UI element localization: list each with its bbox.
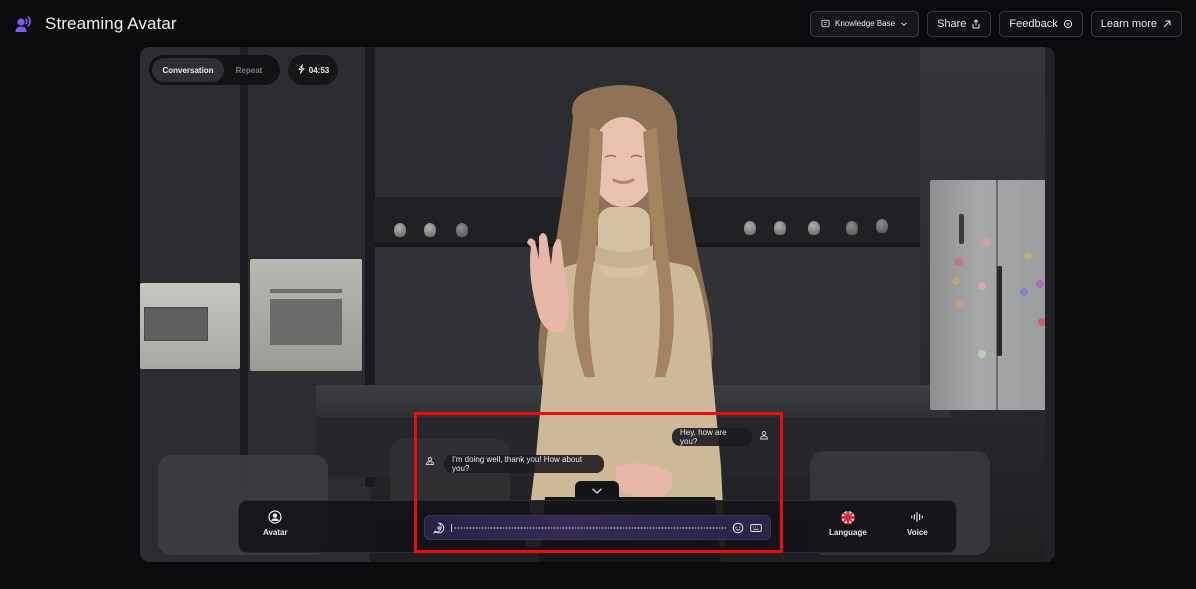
jar bbox=[424, 223, 436, 237]
fridge-magnet bbox=[952, 277, 960, 285]
knowledge-base-label: Knowledge Base bbox=[835, 19, 896, 28]
jar bbox=[876, 219, 888, 233]
book-icon bbox=[821, 19, 830, 28]
avatar-label: Avatar bbox=[263, 528, 288, 537]
share-button[interactable]: Share bbox=[927, 10, 992, 37]
feedback-label: Feedback bbox=[1009, 17, 1058, 30]
fridge-magnet bbox=[978, 282, 986, 290]
avatar-button[interactable]: Avatar bbox=[263, 510, 288, 537]
input-cursor bbox=[451, 523, 452, 532]
mode-toggle: Conversation Repeat bbox=[149, 55, 280, 85]
fridge-magnet bbox=[1024, 252, 1032, 260]
oven-handle bbox=[270, 289, 342, 293]
waveform-dots bbox=[454, 526, 726, 529]
chevron-down-icon bbox=[900, 20, 908, 28]
share-icon bbox=[971, 18, 981, 29]
emoji-icon[interactable] bbox=[732, 522, 744, 534]
tab-conversation[interactable]: Conversation bbox=[152, 58, 224, 82]
chevron-down-icon bbox=[591, 482, 603, 500]
waveform-icon bbox=[910, 510, 924, 524]
chat-message-user: Hey, how are you? bbox=[672, 428, 752, 446]
knowledge-base-button[interactable]: Knowledge Base bbox=[810, 10, 920, 37]
tab-repeat[interactable]: Repeat bbox=[224, 58, 274, 82]
voice-label: Voice bbox=[907, 528, 928, 537]
uk-flag-icon bbox=[841, 510, 855, 524]
collapse-chat-button[interactable] bbox=[575, 481, 619, 501]
fridge-magnet bbox=[1020, 288, 1028, 296]
fridge-handle bbox=[997, 266, 1002, 356]
jar bbox=[774, 221, 786, 235]
session-timer: 04:53 bbox=[288, 55, 338, 85]
header-actions: Knowledge Base Share Feedback Learn more bbox=[810, 10, 1182, 37]
user-circle-icon bbox=[268, 510, 282, 524]
jar bbox=[456, 223, 468, 237]
fridge-handle bbox=[959, 214, 964, 244]
app-title: Streaming Avatar bbox=[45, 13, 177, 33]
lightning-icon bbox=[297, 64, 306, 76]
learn-more-button[interactable]: Learn more bbox=[1090, 10, 1182, 37]
feedback-button[interactable]: Feedback bbox=[999, 10, 1083, 37]
language-button[interactable]: Language bbox=[829, 510, 867, 537]
oven-window bbox=[270, 299, 342, 345]
fridge-magnet bbox=[1036, 280, 1044, 288]
language-label: Language bbox=[829, 528, 867, 537]
microwave bbox=[140, 283, 240, 369]
brand: Streaming Avatar bbox=[14, 13, 177, 35]
sofa-back bbox=[390, 439, 510, 509]
fridge-magnet bbox=[956, 300, 964, 308]
cabinet-seam bbox=[240, 47, 248, 487]
audio-waveform bbox=[451, 523, 726, 532]
avatar-figure bbox=[495, 77, 755, 562]
jar bbox=[394, 223, 406, 237]
wall-edge bbox=[1045, 47, 1055, 562]
keyboard-icon[interactable] bbox=[750, 522, 762, 534]
chat-message-avatar: I'm doing well, thank you! How about you… bbox=[444, 455, 604, 473]
share-label: Share bbox=[937, 17, 967, 30]
add-message-icon[interactable] bbox=[433, 522, 445, 534]
avatar-video-stage: Conversation Repeat 04:53 Hey, how are y… bbox=[140, 47, 1055, 562]
arrow-up-right-icon bbox=[1162, 19, 1172, 29]
jar bbox=[846, 221, 858, 235]
avatar-bot-icon bbox=[424, 455, 436, 467]
chat-bubble-icon bbox=[1063, 19, 1073, 29]
voice-button[interactable]: Voice bbox=[907, 510, 928, 537]
streaming-avatar-logo-icon bbox=[14, 13, 36, 35]
jar bbox=[808, 221, 820, 235]
avatar-control-bar: Avatar Language Voice bbox=[238, 500, 957, 553]
learn-more-label: Learn more bbox=[1100, 17, 1157, 30]
fridge-magnet bbox=[978, 350, 986, 358]
app-header: Streaming Avatar Knowledge Base Share Fe… bbox=[0, 0, 1196, 47]
refrigerator bbox=[930, 180, 1055, 410]
fridge-magnet bbox=[982, 238, 990, 246]
fridge-magnet bbox=[955, 258, 963, 266]
voice-input-bar[interactable] bbox=[424, 515, 771, 540]
microwave-window bbox=[144, 307, 208, 341]
user-icon bbox=[758, 429, 770, 441]
oven bbox=[250, 259, 362, 371]
timer-value: 04:53 bbox=[308, 65, 330, 75]
